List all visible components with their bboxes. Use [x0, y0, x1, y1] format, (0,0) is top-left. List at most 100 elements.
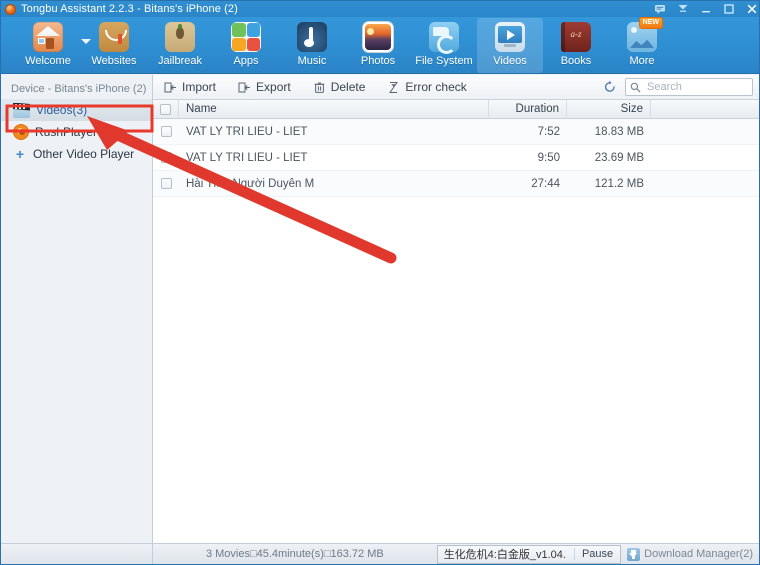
- minimize-button[interactable]: [700, 3, 712, 15]
- cell-size: 121.2 MB: [594, 177, 644, 190]
- row-checkbox-cell[interactable]: [153, 119, 179, 145]
- video-list-panel: Name Duration Size VAT LY TRI LIEU - LIE…: [153, 99, 759, 545]
- sidebar-item-other-video-player[interactable]: + Other Video Player: [1, 143, 152, 165]
- cell-duration: 7:52: [537, 125, 560, 138]
- table-row[interactable]: Hài Tình Người Duyên M 27:44 121.2 MB: [153, 171, 759, 197]
- download-title: 生化危机4:白金版_v1.04.: [443, 549, 566, 561]
- refresh-icon[interactable]: [601, 78, 619, 96]
- maximize-button[interactable]: [723, 3, 735, 15]
- select-all-checkbox-cell[interactable]: [153, 99, 179, 119]
- nav-item-welcome[interactable]: Welcome: [15, 18, 81, 73]
- nav-item-books[interactable]: Books: [543, 18, 609, 73]
- cell-size: 18.83 MB: [594, 125, 644, 138]
- pineapple-icon: [165, 22, 195, 52]
- delete-button[interactable]: Delete: [302, 75, 377, 100]
- library-summary: 3 Movies□45.4minute(s)□163.72 MB: [205, 548, 384, 560]
- select-all-checkbox[interactable]: [160, 103, 171, 115]
- rushplayer-icon: [13, 124, 29, 140]
- cell-duration: 9:50: [537, 151, 560, 164]
- search-box[interactable]: [625, 78, 753, 96]
- cell-size: 23.69 MB: [594, 151, 644, 164]
- device-header: Device - Bitans's iPhone (2): [11, 83, 147, 95]
- sidebar-item-label: RushPlayer: [35, 125, 98, 139]
- application-window: Tongbu Assistant 2.2.3 - Bitans's iPhone…: [0, 0, 760, 565]
- download-manager-button[interactable]: Download Manager(2): [627, 547, 759, 561]
- download-manager-label: Download Manager(2): [644, 548, 753, 560]
- book-icon: [561, 22, 591, 52]
- nav-item-file-system[interactable]: File System: [411, 18, 477, 73]
- pause-button[interactable]: Pause: [573, 548, 620, 560]
- house-icon: [33, 22, 63, 52]
- nav-item-more[interactable]: NEW More: [609, 17, 675, 73]
- nav-label: Music: [297, 55, 327, 67]
- nav-item-music[interactable]: Music: [279, 18, 345, 73]
- nav-item-websites[interactable]: Websites: [81, 18, 147, 73]
- download-manager-icon: [627, 547, 641, 561]
- nav-label: More: [629, 55, 655, 67]
- app-logo-icon: [5, 3, 16, 15]
- search-input[interactable]: [645, 80, 748, 94]
- sidebar-item-label: Other Video Player: [33, 147, 135, 161]
- nav-label: Apps: [233, 55, 259, 67]
- sidebar-item-rushplayer[interactable]: RushPlayer: [1, 121, 152, 143]
- cell-spacer: [651, 145, 759, 171]
- row-checkbox[interactable]: [160, 152, 172, 163]
- table-row[interactable]: VAT LY TRI LIEU - LIET 7:52 18.83 MB: [153, 119, 759, 145]
- column-header-spacer: [651, 100, 759, 119]
- nav-item-photos[interactable]: Photos: [345, 18, 411, 73]
- row-checkbox-cell[interactable]: [153, 171, 179, 197]
- status-bar: 3 Movies□45.4minute(s)□163.72 MB 生化危机4:白…: [1, 543, 759, 564]
- column-header-size[interactable]: Size: [567, 99, 651, 119]
- cell-name: VAT LY TRI LIEU - LIET: [186, 151, 308, 164]
- cell-spacer: [651, 171, 759, 197]
- nav-item-videos[interactable]: Videos: [477, 18, 543, 73]
- new-badge: NEW: [638, 17, 663, 29]
- close-button[interactable]: [746, 3, 758, 15]
- nav-item-apps[interactable]: Apps: [213, 18, 279, 73]
- cell-name: Hài Tình Người Duyên M: [186, 177, 315, 190]
- sidebar-item-videos[interactable]: Videos(3): [1, 99, 152, 121]
- plus-icon: +: [15, 146, 25, 162]
- export-button[interactable]: Export: [227, 75, 302, 100]
- import-label: Import: [182, 80, 217, 94]
- import-button[interactable]: Import: [153, 75, 227, 100]
- nav-label: File System: [415, 55, 473, 67]
- nav-label: Books: [560, 55, 592, 67]
- chevron-down-icon[interactable]: [81, 39, 91, 44]
- main-navigation-toolbar: Welcome Websites Jailbreak Apps Music Ph…: [1, 17, 759, 74]
- video-play-icon: [495, 22, 525, 52]
- status-left-spacer: [1, 543, 153, 564]
- nav-label: Videos: [493, 55, 527, 67]
- row-checkbox[interactable]: [160, 178, 172, 189]
- error-check-label: Error check: [405, 80, 467, 94]
- folder-sync-icon: [429, 22, 459, 54]
- nav-label: Photos: [360, 55, 396, 67]
- error-check-button[interactable]: Error check: [376, 75, 477, 100]
- action-toolbar: Import Export Delete Error check: [153, 75, 759, 100]
- row-checkbox[interactable]: [160, 126, 172, 137]
- title-bar: Tongbu Assistant 2.2.3 - Bitans's iPhone…: [1, 1, 759, 17]
- table-header-row: Name Duration Size: [153, 99, 759, 119]
- export-label: Export: [256, 80, 291, 94]
- nav-label: Welcome: [25, 55, 71, 67]
- app-grid-icon: [231, 22, 261, 52]
- nav-label: Websites: [91, 55, 137, 67]
- photo-icon: [363, 22, 393, 52]
- shopping-bag-icon: [99, 22, 129, 52]
- download-icon[interactable]: [677, 3, 689, 15]
- music-note-icon: [297, 22, 327, 52]
- sidebar-item-label: Videos(3): [36, 103, 88, 117]
- cell-name: VAT LY TRI LIEU - LIET: [186, 125, 308, 138]
- film-clapper-icon: [13, 102, 30, 118]
- window-title: Tongbu Assistant 2.2.3 - Bitans's iPhone…: [21, 3, 238, 15]
- more-image-icon: NEW: [627, 17, 663, 52]
- nav-item-jailbreak[interactable]: Jailbreak: [147, 18, 213, 73]
- active-download-widget[interactable]: 生化危机4:白金版_v1.04. Pause: [436, 544, 622, 564]
- row-checkbox-cell[interactable]: [153, 145, 179, 171]
- column-header-name[interactable]: Name: [179, 99, 489, 119]
- column-header-duration[interactable]: Duration: [489, 99, 567, 119]
- table-row[interactable]: VAT LY TRI LIEU - LIET 9:50 23.69 MB: [153, 145, 759, 171]
- feedback-icon[interactable]: [654, 3, 666, 15]
- cell-duration: 27:44: [531, 177, 560, 190]
- delete-label: Delete: [330, 80, 366, 94]
